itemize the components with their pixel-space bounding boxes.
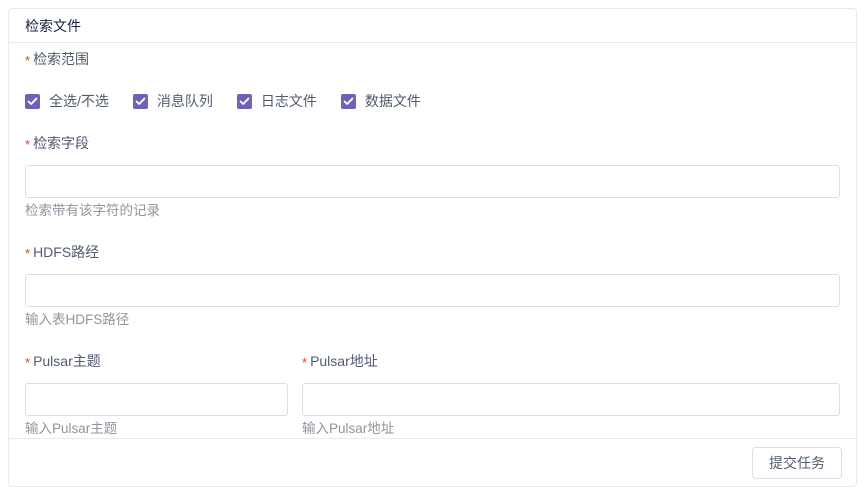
checkbox-select-all[interactable]: 全选/不选 [25,91,109,111]
checkbox-checked-icon[interactable] [237,94,252,109]
card-footer: 提交任务 [9,438,856,486]
card-header: 检索文件 [9,9,856,43]
search-field-input[interactable] [25,165,840,198]
search-files-card: 检索文件 *检索范围 全选/不选 [8,8,857,487]
pulsar-address-label: *Pulsar地址 [302,351,840,373]
pulsar-topic-label: *Pulsar主题 [25,351,288,373]
form-row-pulsar: *Pulsar主题 输入Pulsar主题 *Pulsar地址 输入Pulsar地… [25,351,840,438]
form-item-pulsar-topic: *Pulsar主题 输入Pulsar主题 [25,351,288,438]
scope-label: *检索范围 [25,49,840,71]
required-asterisk: * [25,355,30,370]
pulsar-topic-helper: 输入Pulsar主题 [25,420,288,438]
form-item-hdfs-path: *HDFS路经 输入表HDFS路径 [25,242,840,329]
submit-task-button[interactable]: 提交任务 [752,447,842,479]
checkbox-checked-icon[interactable] [25,94,40,109]
search-form: *检索范围 全选/不选 消息队列 [9,43,856,438]
checkbox-label: 日志文件 [261,91,317,111]
check-icon [239,97,250,106]
pulsar-address-helper: 输入Pulsar地址 [302,420,840,438]
checkbox-checked-icon[interactable] [133,94,148,109]
check-icon [135,97,146,106]
pulsar-topic-input[interactable] [25,383,288,416]
checkbox-data-files[interactable]: 数据文件 [341,91,421,111]
pulsar-address-input[interactable] [302,383,840,416]
required-asterisk: * [25,246,30,261]
card-title: 检索文件 [25,16,81,36]
search-field-helper: 检索带有该字符的记录 [25,202,840,220]
check-icon [27,97,38,106]
form-item-scope: *检索范围 全选/不选 消息队列 [25,49,840,111]
checkbox-label: 消息队列 [157,91,213,111]
checkbox-checked-icon[interactable] [341,94,356,109]
required-asterisk: * [302,355,307,370]
checkbox-label: 全选/不选 [49,91,109,111]
hdfs-path-helper: 输入表HDFS路径 [25,311,840,329]
scope-checkbox-group: 全选/不选 消息队列 日志文件 [25,91,840,111]
checkbox-label: 数据文件 [365,91,421,111]
form-item-pulsar-address: *Pulsar地址 输入Pulsar地址 [302,351,840,438]
form-item-search-field: *检索字段 检索带有该字符的记录 [25,133,840,220]
page: 检索文件 *检索范围 全选/不选 [0,0,865,495]
required-asterisk: * [25,53,30,68]
check-icon [343,97,354,106]
hdfs-path-input[interactable] [25,274,840,307]
search-field-label: *检索字段 [25,133,840,155]
checkbox-log-files[interactable]: 日志文件 [237,91,317,111]
required-asterisk: * [25,137,30,152]
checkbox-message-queue[interactable]: 消息队列 [133,91,213,111]
hdfs-path-label: *HDFS路经 [25,242,840,264]
